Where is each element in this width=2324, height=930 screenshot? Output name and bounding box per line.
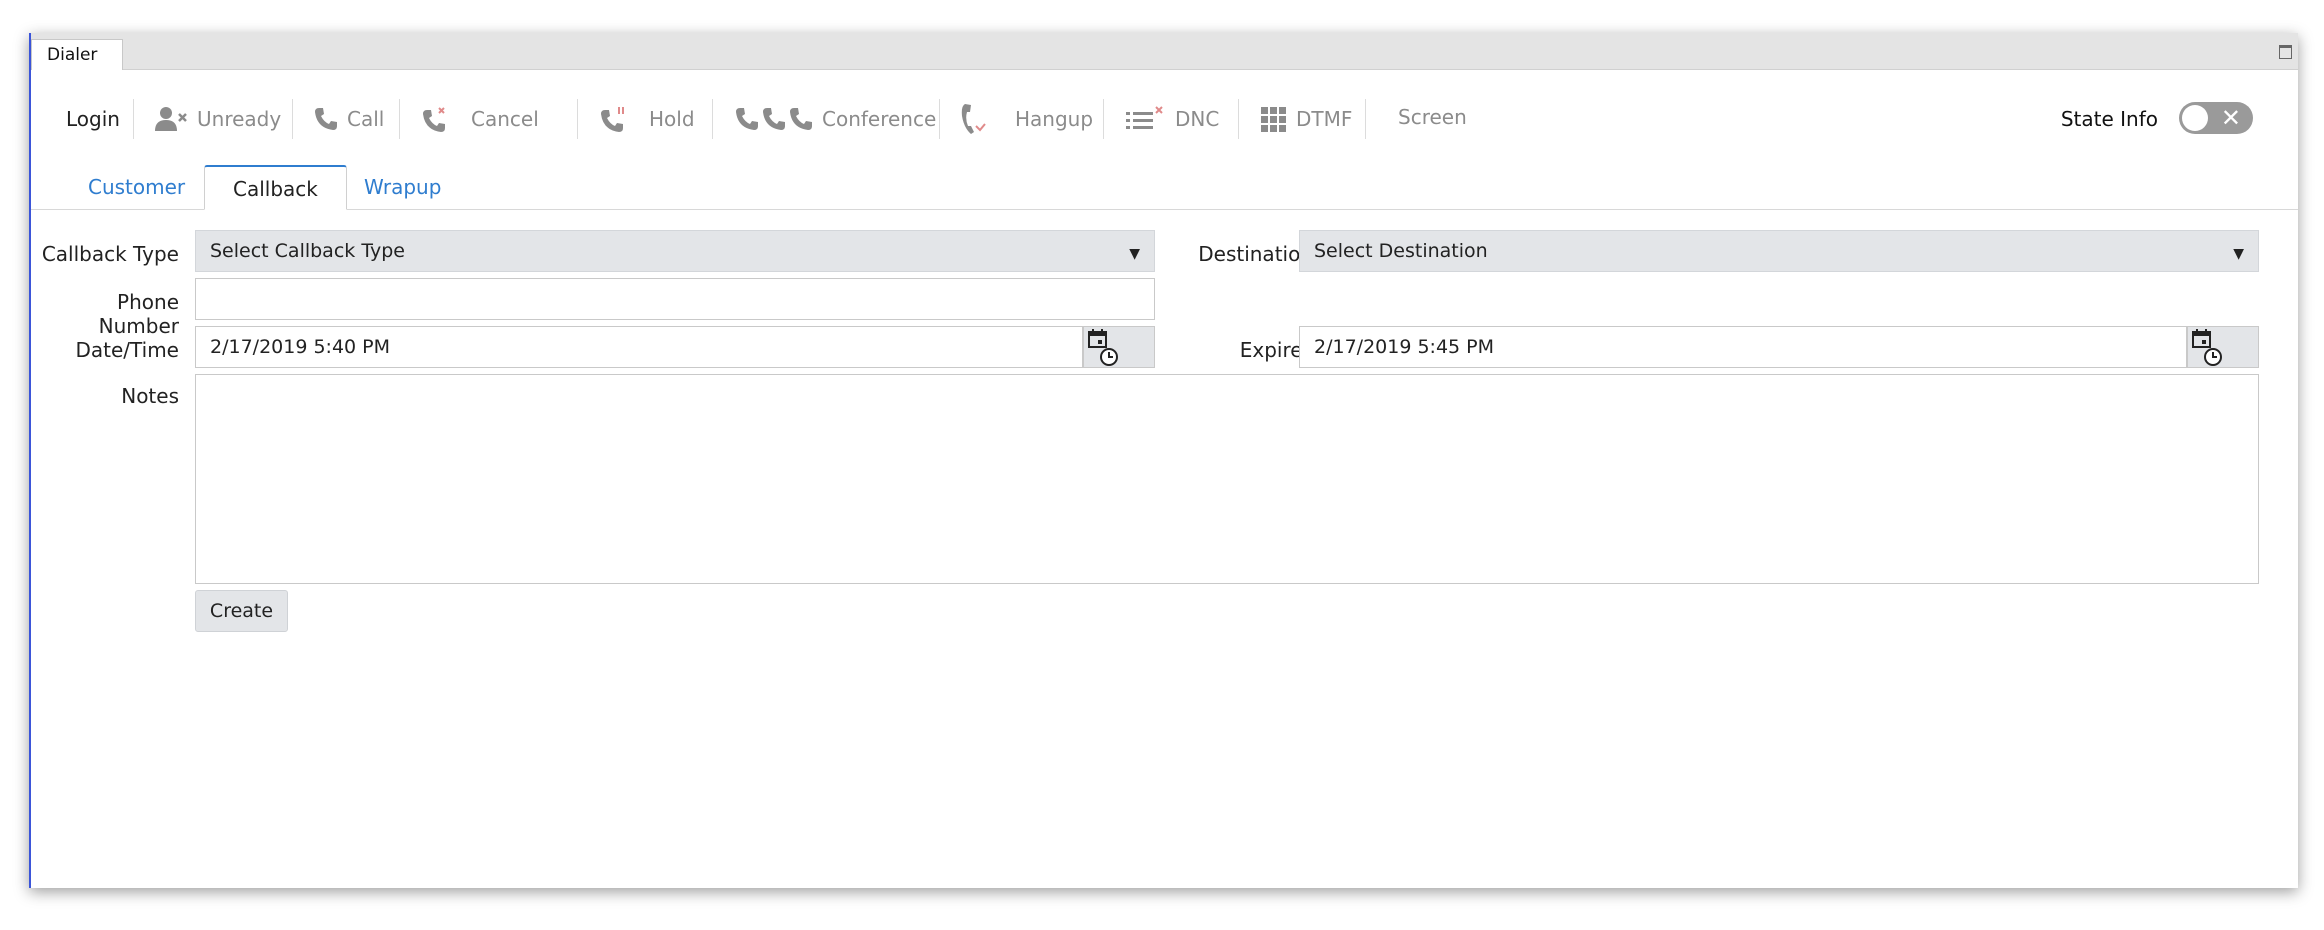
calendar-icon [2192,329,2211,348]
dtmf-grid-icon [1261,107,1286,132]
destination-value: Select Destination [1314,240,1488,262]
datetime-label: Date/Time [75,338,180,362]
toggle-knob [2182,105,2208,131]
toolbar-divider [712,99,713,139]
call-button[interactable]: Call [313,89,384,149]
login-label: Login [66,107,120,131]
tab-wrapup[interactable]: Wrapup [336,165,469,209]
clock-icon [2204,348,2222,366]
login-button[interactable]: Login [66,89,120,149]
hangup-icon [961,104,986,134]
state-info-toggle[interactable]: ✕ [2179,102,2253,134]
hangup-label: Hangup [1015,107,1094,131]
dtmf-label: DTMF [1296,107,1353,131]
chevron-down-icon: ▼ [2233,246,2244,262]
tab-customer[interactable]: Customer [60,165,213,209]
conference-label: Conference [822,107,937,131]
notes-textarea[interactable] [195,374,2259,584]
destination-label: Destination [1198,242,1313,266]
window-title[interactable]: Dialer [31,39,123,70]
callback-type-label: Callback Type [41,242,179,266]
phone-cancel-icon [423,107,445,132]
toolbar-divider [292,99,293,139]
callback-type-value: Select Callback Type [210,240,405,262]
toolbar-divider [939,99,940,139]
cancel-button[interactable]: Cancel [421,89,539,149]
toolbar-divider [577,99,578,139]
unready-label: Unready [197,107,282,131]
notes-label: Notes [121,384,179,408]
expires-input[interactable]: 2/17/2019 5:45 PM [1299,326,2187,368]
datetime-input[interactable]: 2/17/2019 5:40 PM [195,326,1083,368]
destination-select[interactable]: Select Destination ▼ [1299,230,2259,272]
screen-button[interactable]: Screen [1365,89,1467,149]
close-icon: ✕ [2220,104,2241,132]
toolbar-divider [1238,99,1239,139]
screen-label: Screen [1398,105,1467,129]
datetime-picker-button[interactable] [1083,326,1155,368]
maximize-icon[interactable] [2279,45,2292,59]
callback-type-select[interactable]: Select Callback Type ▼ [195,230,1155,272]
tab-bar: Customer Callback Wrapup [31,165,2298,210]
dnc-label: DNC [1175,107,1220,131]
call-label: Call [347,107,385,131]
dnc-list-icon [1126,106,1163,129]
cancel-label: Cancel [471,107,539,131]
hangup-button[interactable]: Hangup [961,89,1093,149]
create-button[interactable]: Create [195,590,288,632]
hold-label: Hold [649,107,695,131]
clock-icon [1100,348,1118,366]
conference-button[interactable]: Conference [734,89,936,149]
expires-label: Expires [1239,338,1313,362]
toolbar-divider [1103,99,1104,139]
dialer-toolbar: Login Unready Call Cancel Hold Conferenc… [31,89,2298,149]
state-info-label: State Info [2060,107,2158,131]
expires-picker-button[interactable] [2187,326,2259,368]
phone-number-input[interactable] [195,278,1155,320]
dtmf-button[interactable]: DTMF [1260,89,1352,149]
dnc-button[interactable]: DNC [1125,89,1219,149]
phone-number-label: Phone Number [98,290,179,338]
chevron-down-icon: ▼ [1129,246,1140,262]
dialer-window: Dialer Login Unready Call Cancel Hold Co… [29,33,2298,888]
toolbar-divider [399,99,400,139]
window-titlebar: Dialer [31,33,2298,70]
phone-hold-icon [601,107,624,132]
tab-callback[interactable]: Callback [204,165,347,210]
conference-icon [736,108,812,130]
user-x-icon [155,107,187,131]
calendar-icon [1088,329,1107,348]
toolbar-divider [133,99,134,139]
phone-icon [315,108,337,130]
hold-button[interactable]: Hold [599,89,695,149]
unready-button[interactable]: Unready [155,89,281,149]
